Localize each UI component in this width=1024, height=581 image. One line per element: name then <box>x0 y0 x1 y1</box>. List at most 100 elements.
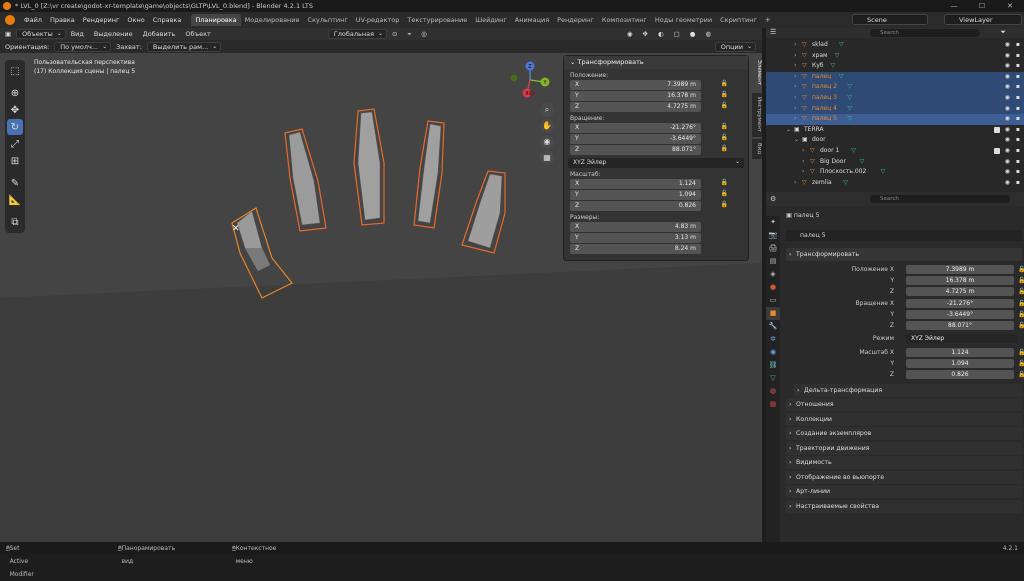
expand-chevron-icon[interactable]: › <box>794 72 796 83</box>
render-camera-icon[interactable]: ▪ <box>1016 82 1020 93</box>
outliner-item[interactable]: ⌄ ▣ door ◉ ▪ <box>766 135 1024 146</box>
object-name-field[interactable]: ▣ палец 5 <box>786 212 820 219</box>
editor-type-icon[interactable]: ▣ <box>0 30 16 38</box>
render-tab-icon[interactable]: 📷 <box>766 229 780 242</box>
lock-icon[interactable]: 🔓 <box>721 134 728 141</box>
collapsed-panel[interactable]: Видимость <box>786 456 1022 469</box>
modifiers-tab-icon[interactable]: 🔧 <box>766 320 780 333</box>
rotation-mode-dropdown[interactable]: XYZ Эйлер <box>906 334 1018 343</box>
filter-icon[interactable]: ⏷ <box>1000 28 1006 37</box>
measure-icon[interactable]: 📐 <box>7 192 23 208</box>
lock-icon[interactable]: 🔓 <box>721 145 728 152</box>
expand-chevron-icon[interactable]: › <box>794 104 796 115</box>
lock-icon[interactable]: 🔓 <box>721 201 728 208</box>
expand-chevron-icon[interactable]: › <box>802 146 804 157</box>
expand-chevron-icon[interactable]: › <box>794 61 796 72</box>
expand-chevron-icon[interactable]: › <box>794 114 796 125</box>
render-camera-icon[interactable]: ▪ <box>1016 114 1020 125</box>
menu-edit[interactable]: Правка <box>46 16 79 24</box>
snap-icon[interactable]: ⌖ <box>402 30 416 39</box>
scale-x-field[interactable]: 1.124 <box>906 348 1014 357</box>
close-button[interactable]: ✕ <box>996 2 1024 10</box>
outliner-search-input[interactable]: Search <box>870 29 980 37</box>
npanel-scale-z-field[interactable]: Z 0.826 <box>570 201 701 211</box>
pivot-icon[interactable]: ⊙ <box>387 30 402 38</box>
outliner-item[interactable]: ⌄ ▣ TERRA ◉ ▪ <box>766 125 1024 136</box>
lock-icon[interactable]: 🔓 <box>721 80 728 87</box>
tab-uv-editing[interactable]: UV-редактор <box>352 14 404 26</box>
render-camera-icon[interactable]: ▪ <box>1016 93 1020 104</box>
lock-icon[interactable]: 🔓 <box>1018 348 1024 358</box>
outliner-item[interactable]: › ▽ zemlia ▽ ◉ ▪ <box>766 178 1024 189</box>
outliner-item[interactable]: › ▽ палец 3 ▽ ◉ ▪ <box>766 92 1024 104</box>
zoom-icon[interactable]: ⌕ <box>540 103 554 117</box>
render-camera-icon[interactable]: ▪ <box>1016 167 1020 178</box>
npanel-scale-y-field[interactable]: Y 1.094 <box>570 190 701 200</box>
tab-scripting[interactable]: Скриптинг <box>716 14 761 26</box>
expand-chevron-icon[interactable]: › <box>794 82 796 93</box>
visibility-icon[interactable]: ◉ <box>622 30 638 38</box>
camera-view-icon[interactable]: ◉ <box>540 135 554 149</box>
outliner-item[interactable]: › ▽ палец ▽ ◉ ▪ <box>766 71 1024 83</box>
menu-object[interactable]: Объект <box>180 30 215 38</box>
constraints-tab-icon[interactable]: ⛓ <box>766 359 780 372</box>
eye-icon[interactable]: ◉ <box>1005 114 1010 125</box>
annotate-icon[interactable]: ✎ <box>7 175 23 191</box>
delta-transform-panel[interactable]: Дельта-трансформация <box>794 384 1022 397</box>
collapsed-panel[interactable]: Коллекции <box>786 412 1022 426</box>
scale-y-field[interactable]: 1.094 <box>906 359 1014 368</box>
npanel-scale-x-field[interactable]: X 1.124 <box>570 179 701 189</box>
lock-icon[interactable]: 🔓 <box>1018 287 1024 297</box>
maximize-button[interactable]: ☐ <box>968 2 996 10</box>
shading-solid-icon[interactable]: ● <box>685 30 701 38</box>
loc-y-field[interactable]: 16.378 m <box>906 276 1014 285</box>
eye-icon[interactable]: ◉ <box>1005 93 1010 104</box>
physics-tab-icon[interactable]: ◉ <box>766 346 780 359</box>
rot-x-field[interactable]: -21.276° <box>906 299 1014 308</box>
outliner-item[interactable]: › ▽ Big Door ▽ ◉ ▪ <box>766 157 1024 168</box>
collapsed-panel[interactable]: Отображение во вьюпорте <box>786 470 1022 484</box>
collapsed-panel[interactable]: Траектории движения <box>786 441 1022 455</box>
render-camera-icon[interactable]: ▪ <box>1016 135 1020 146</box>
expand-chevron-icon[interactable]: ⌄ <box>794 135 799 146</box>
tab-item[interactable]: Элемент <box>752 55 762 91</box>
scale-icon[interactable]: ⤢ <box>7 136 23 152</box>
minimize-button[interactable]: — <box>940 2 968 10</box>
data-tab-icon[interactable]: ▽ <box>766 372 780 385</box>
transform-panel-header[interactable]: Трансформировать <box>786 248 1022 261</box>
lock-icon[interactable]: 🔓 <box>1018 276 1024 286</box>
particles-tab-icon[interactable]: ✲ <box>766 333 780 346</box>
eye-icon[interactable]: ◉ <box>1005 51 1010 62</box>
expand-chevron-icon[interactable]: › <box>794 178 796 189</box>
collapsed-panel[interactable]: Арт-линии <box>786 485 1022 498</box>
eye-icon[interactable]: ◉ <box>1005 61 1010 72</box>
render-camera-icon[interactable]: ▪ <box>1016 51 1020 62</box>
collapsed-panel[interactable]: Настраиваемые свойства <box>786 499 1022 513</box>
menu-add[interactable]: Добавить <box>138 30 181 38</box>
outliner-editor-icon[interactable]: ☰ <box>770 28 776 36</box>
object-datablock-field[interactable]: палец 5 <box>786 230 1022 241</box>
eye-icon[interactable]: ◉ <box>1005 125 1010 136</box>
mode-dropdown[interactable]: Объекты <box>16 29 66 39</box>
outliner-item[interactable]: › ▽ палец 4 ▽ ◉ ▪ <box>766 103 1024 115</box>
navigation-gizmo[interactable]: Z Y X <box>505 60 555 100</box>
collapsed-panel[interactable]: Отношения <box>786 398 1022 411</box>
eye-icon[interactable]: ◉ <box>1005 72 1010 83</box>
properties-search-input[interactable]: Search <box>870 195 1010 203</box>
outliner-item[interactable]: › ▽ храм ▽ ◉ ▪ <box>766 51 1024 62</box>
lock-icon[interactable]: 🔓 <box>721 102 728 109</box>
tool-tab-icon[interactable]: ✦ <box>766 216 780 229</box>
output-tab-icon[interactable]: 🖨 <box>766 242 780 255</box>
npanel-location-x-field[interactable]: X 7.3989 m <box>570 80 701 90</box>
lock-icon[interactable]: 🔓 <box>1018 265 1024 275</box>
loc-z-field[interactable]: 4.7275 m <box>906 287 1014 296</box>
collection-tab-icon[interactable]: ▭ <box>766 294 780 307</box>
lock-icon[interactable]: 🔓 <box>721 91 728 98</box>
move-icon[interactable]: ✥ <box>7 102 23 118</box>
menu-view[interactable]: Вид <box>66 30 89 38</box>
npanel-rotation-mode[interactable]: XYZ Эйлер <box>568 157 744 168</box>
loc-x-field[interactable]: 7.3989 m <box>906 265 1014 274</box>
render-camera-icon[interactable]: ▪ <box>1016 72 1020 83</box>
eye-icon[interactable]: ◉ <box>1005 146 1010 157</box>
menu-window[interactable]: Окно <box>123 16 148 24</box>
